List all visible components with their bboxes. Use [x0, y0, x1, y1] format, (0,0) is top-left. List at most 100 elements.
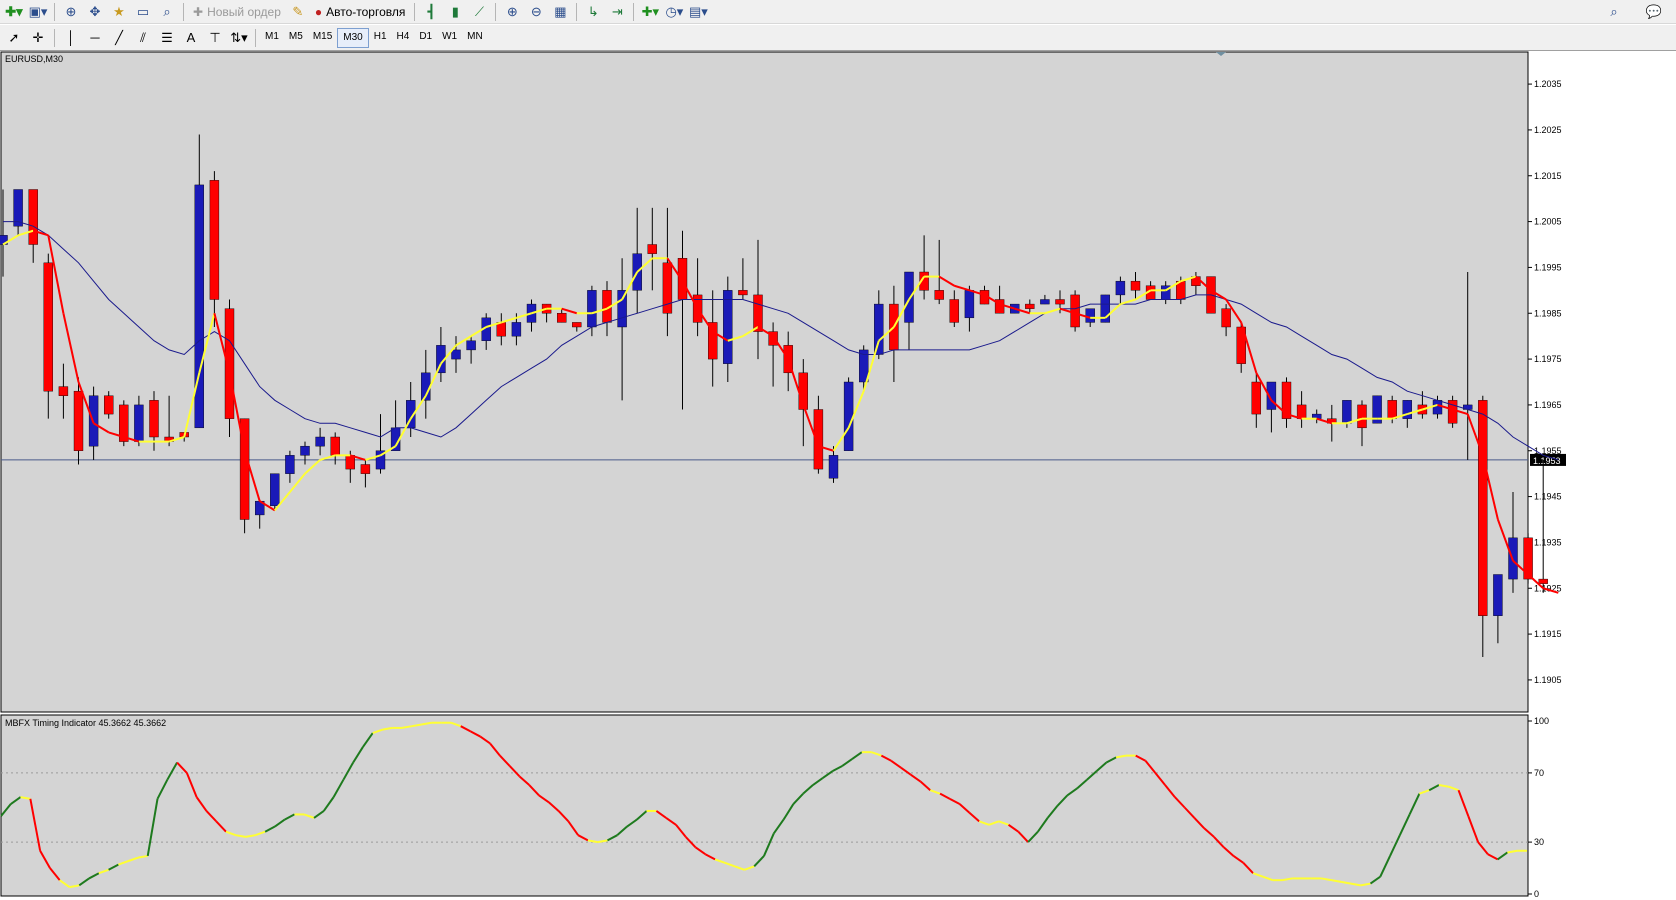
timeframe-w1[interactable]: W1: [437, 28, 462, 46]
fibonacci-icon: ☰: [161, 29, 173, 45]
autotrading-label: Авто-торговля: [326, 4, 406, 19]
text-label-icon: ⊤: [209, 29, 221, 45]
channel-icon: ⫽: [140, 29, 146, 45]
fibonacci-tool[interactable]: ☰: [156, 28, 178, 48]
chart-window[interactable]: 1.2035 1.2025 1.2015 1.2005 1.1995 1.1985 1.19…: [0, 51, 1676, 899]
templates-button[interactable]: ▤▾: [687, 2, 709, 22]
candle-body: [1493, 574, 1503, 616]
metaeditor-icon: ✎: [292, 3, 304, 19]
clock-icon: ◷▾: [665, 3, 684, 19]
candle-body: [511, 322, 522, 337]
new-order-icon: ✚: [193, 4, 204, 19]
candle-body: [451, 349, 461, 360]
osc-y-tick-label: 30: [1534, 837, 1544, 847]
timeframe-m30[interactable]: M30: [337, 27, 369, 48]
timeframe-d1[interactable]: D1: [414, 28, 437, 46]
y-tick-label: 1.1945: [1534, 492, 1562, 502]
zoom-in-button[interactable]: ⊕: [501, 2, 523, 22]
new-order-label: Новый ордер: [207, 4, 281, 19]
template-chart-icon: ▤▾: [688, 3, 708, 19]
timeframe-h4[interactable]: H4: [392, 28, 415, 46]
y-tick-label: 1.1985: [1534, 308, 1562, 318]
tile-windows-button[interactable]: ▦: [549, 2, 571, 22]
strategy-tester-button[interactable]: ⌕: [156, 2, 178, 22]
data-window-button[interactable]: ✥: [84, 2, 106, 22]
toolbar-separator: [414, 2, 416, 21]
horizontal-line-tool[interactable]: ─: [84, 28, 106, 48]
periods-button[interactable]: ◷▾: [663, 2, 685, 22]
candle-body: [315, 436, 325, 447]
equidistant-channel-tool[interactable]: ⫽: [132, 28, 154, 48]
crosshair-tool[interactable]: ✛: [27, 28, 49, 48]
bar-chart-button[interactable]: ┫: [420, 2, 442, 22]
text-label-tool[interactable]: ⊤: [204, 28, 226, 48]
drawing-toolbar: ➚ ✛ │ ─ ╱ ⫽ ☰ A ⊤ ⇅▾ M1 M5 M15 M30 H1 H4 D1 W1 M…: [0, 25, 1676, 51]
arrows-tool[interactable]: ⇅▾: [228, 28, 250, 48]
terminal-window-icon: ▭: [136, 3, 150, 19]
chat-bubble-icon: 💬: [1645, 4, 1663, 19]
profiles-button[interactable]: ▣▾: [27, 2, 49, 22]
main-toolbar: ✚▾ ▣▾ ⊕ ✥ ★ ▭ ⌕ ✚ Новый ордер ✎ ● Авто-тор…: [0, 0, 1676, 24]
market-watch-button[interactable]: ⊕: [60, 2, 82, 22]
timeframe-h1[interactable]: H1: [369, 28, 392, 46]
bar-chart-icon: ┫: [427, 3, 436, 19]
indicators-icon: ✚▾: [641, 3, 660, 19]
zoom-out-icon: ⊖: [530, 3, 542, 19]
timeframe-mn[interactable]: MN: [462, 28, 488, 46]
market-watch-icon: ⊕: [65, 3, 77, 19]
profiles-icon: ▣▾: [28, 3, 48, 19]
osc-y-tick-label: 0: [1534, 889, 1539, 897]
timeframe-m15[interactable]: M15: [308, 28, 337, 46]
autotrading-button[interactable]: ● Авто-торговля: [311, 2, 410, 22]
candle-body: [587, 290, 597, 328]
chart-svg[interactable]: 1.2035 1.2025 1.2015 1.2005 1.1995 1.1985 1.19…: [0, 51, 1676, 899]
candle-body: [194, 184, 205, 429]
timeframe-row: M1 M5 M15 M30 H1 H4 D1 W1 MN: [260, 27, 488, 48]
candle-body: [662, 262, 673, 314]
candle-body: [1342, 400, 1352, 424]
toolbar-separator: [54, 28, 55, 47]
trendline-tool[interactable]: ╱: [108, 28, 130, 48]
candle-body: [677, 258, 688, 300]
main-chart-title: EURUSD,M30: [5, 54, 63, 64]
candlestick-chart-button[interactable]: ▮: [444, 2, 466, 22]
line-chart-icon: ⟋: [474, 3, 484, 19]
navigator-button[interactable]: ★: [108, 2, 130, 22]
timeframe-m1[interactable]: M1: [260, 28, 284, 46]
candle-body: [330, 436, 340, 456]
candle-body: [1432, 400, 1443, 415]
candle-body: [1387, 400, 1397, 419]
text-tool[interactable]: A: [180, 28, 202, 48]
trendline-icon: ╱: [115, 29, 123, 45]
candle-body: [949, 299, 959, 323]
chart-shift-button[interactable]: ⇥: [606, 2, 628, 22]
zoom-out-button[interactable]: ⊖: [525, 2, 547, 22]
new-chart-button[interactable]: ✚▾: [3, 2, 25, 22]
text-a-icon: A: [186, 30, 196, 45]
indicators-button[interactable]: ✚▾: [639, 2, 661, 22]
toolbar-separator: [54, 2, 55, 21]
candle-body: [1251, 381, 1262, 415]
timeframe-m5[interactable]: M5: [284, 28, 308, 46]
new-order-button[interactable]: ✚ Новый ордер: [189, 2, 285, 22]
candlestick-icon: ▮: [451, 3, 459, 19]
terminal-button[interactable]: ▭: [132, 2, 154, 22]
line-chart-button[interactable]: ⟋: [468, 2, 490, 22]
candle-body: [1221, 308, 1231, 328]
search-button[interactable]: ⌕: [1603, 2, 1625, 22]
auto-scroll-button[interactable]: ↳: [582, 2, 604, 22]
new-chart-icon: ✚▾: [5, 3, 23, 19]
candle-body: [1085, 308, 1095, 323]
candle-body: [13, 189, 23, 227]
cursor-tool[interactable]: ➚: [3, 28, 25, 48]
vertical-line-tool[interactable]: │: [60, 28, 82, 48]
candle-body: [1115, 280, 1126, 296]
crosshair-icon: ✛: [32, 29, 44, 45]
chat-button[interactable]: 💬: [1643, 2, 1665, 22]
candle-body: [874, 303, 884, 355]
y-tick-label: 1.2035: [1534, 79, 1562, 89]
osc-y-tick-label: 70: [1534, 768, 1544, 778]
toolbar-separator: [495, 2, 497, 21]
metaeditor-button[interactable]: ✎: [287, 2, 309, 22]
candle-body: [557, 313, 567, 323]
